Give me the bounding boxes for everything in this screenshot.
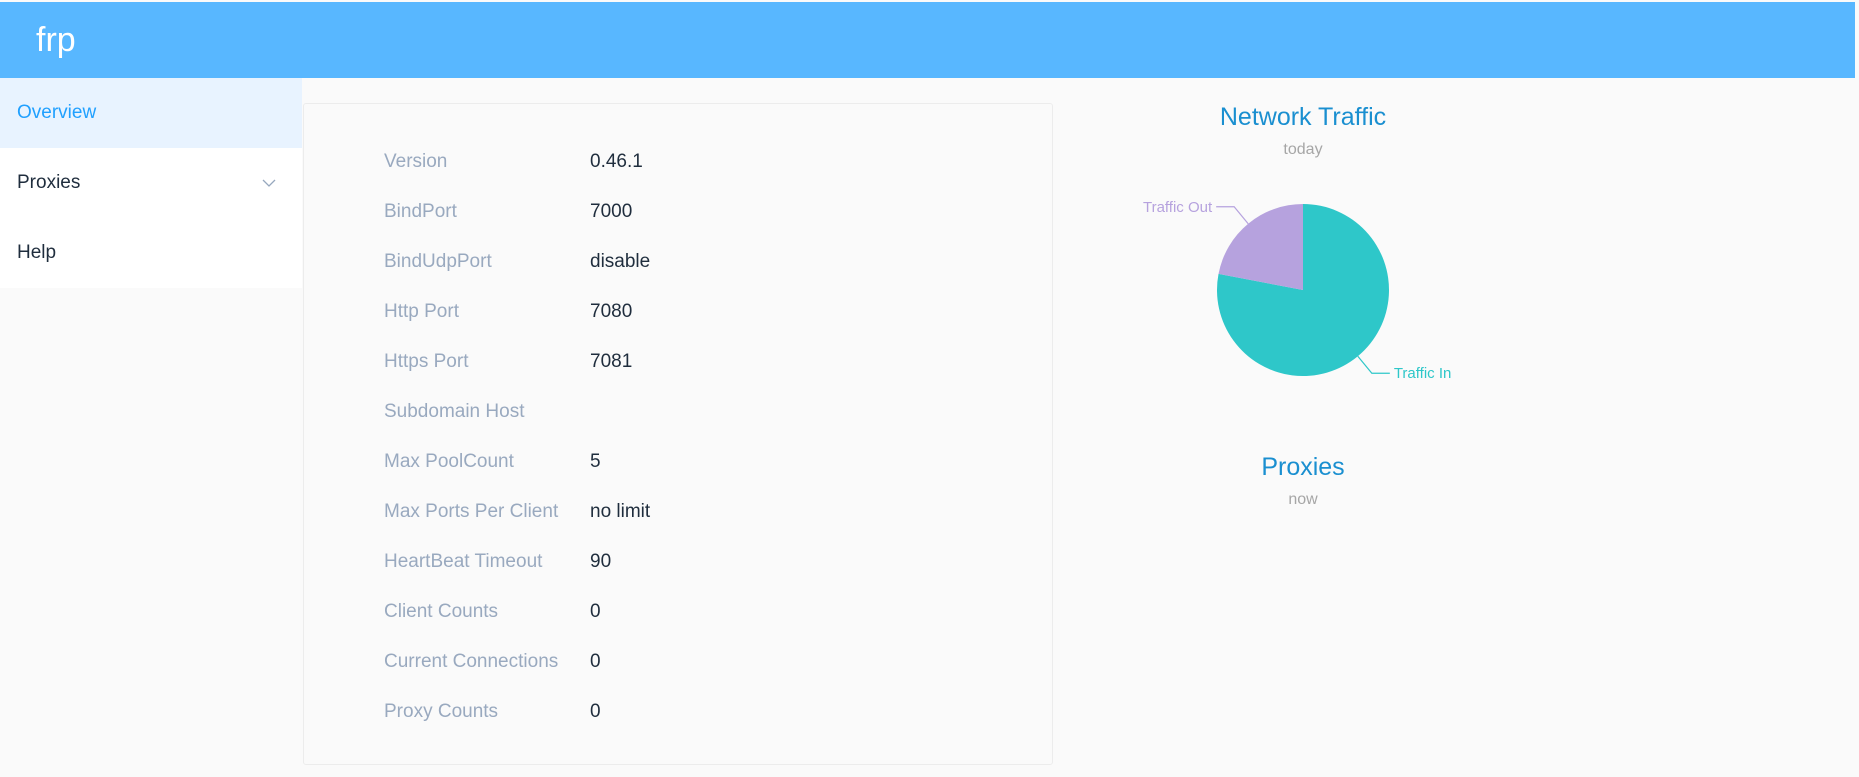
info-label: HeartBeat Timeout — [384, 551, 543, 572]
chevron-down-icon — [262, 148, 276, 218]
info-label: Http Port — [384, 301, 459, 322]
sidebar-item-label: Proxies — [17, 172, 81, 193]
sidebar-menu: Overview Proxies Help — [0, 78, 302, 288]
app-root: frp Overview Proxies Help Version 0.46.1… — [0, 0, 1859, 777]
pie-label-line — [1357, 355, 1390, 374]
info-row-subdomain-host: Subdomain Host — [384, 397, 1004, 427]
info-row-heartbeat-timeout: HeartBeat Timeout 90 — [384, 547, 1004, 577]
info-label: Proxy Counts — [384, 701, 499, 722]
info-row-https-port: Https Port 7081 — [384, 347, 1004, 377]
info-label: Max PoolCount — [384, 451, 514, 472]
info-label: Subdomain Host — [384, 401, 525, 422]
info-label: Client Counts — [384, 601, 499, 622]
brand-logo-text[interactable]: frp — [36, 20, 76, 60]
info-value: 7000 — [590, 201, 633, 222]
pie-label-line — [1216, 206, 1249, 225]
info-row-current-connections: Current Connections 0 — [384, 647, 1004, 677]
top-header: frp — [0, 2, 1855, 78]
traffic-pie-chart: Traffic In Traffic Out — [1143, 199, 1452, 382]
info-label: BindPort — [384, 201, 457, 222]
info-row-proxy-counts: Proxy Counts 0 — [384, 697, 1004, 727]
info-label: Version — [384, 151, 448, 172]
traffic-chart-subtitle: today — [1283, 141, 1323, 158]
info-row-version: Version 0.46.1 — [384, 147, 1004, 177]
info-label: Current Connections — [384, 651, 559, 672]
info-value: 0.46.1 — [590, 151, 643, 172]
info-row-max-poolcount: Max PoolCount 5 — [384, 447, 1004, 477]
info-value: 7080 — [590, 301, 633, 322]
server-info-panel: Version 0.46.1 BindPort 7000 BindUdpPort… — [303, 103, 1053, 765]
sidebar-item-label: Help — [17, 242, 57, 263]
info-row-http-port: Http Port 7080 — [384, 297, 1004, 327]
info-value: 5 — [590, 451, 601, 472]
info-row-bindport: BindPort 7000 — [384, 197, 1004, 227]
sidebar-item-proxies[interactable]: Proxies — [0, 148, 302, 218]
info-value: 90 — [590, 551, 612, 572]
info-value: 0 — [590, 701, 601, 722]
pie-label: Traffic In — [1394, 365, 1452, 382]
info-value: disable — [590, 251, 651, 272]
sidebar-item-overview[interactable]: Overview — [0, 78, 302, 148]
proxies-chart-title: Proxies — [1261, 453, 1345, 481]
info-value: 0 — [590, 651, 601, 672]
pie-label: Traffic Out — [1143, 199, 1213, 216]
sidebar-item-help[interactable]: Help — [0, 218, 302, 288]
info-label: Https Port — [384, 351, 469, 372]
info-value: 7081 — [590, 351, 633, 372]
proxies-chart-subtitle: now — [1288, 491, 1318, 508]
info-value: no limit — [590, 501, 651, 522]
info-value: 0 — [590, 601, 601, 622]
traffic-chart-title: Network Traffic — [1219, 103, 1387, 131]
info-label: Max Ports Per Client — [384, 501, 559, 522]
info-row-bindudpport: BindUdpPort disable — [384, 247, 1004, 277]
info-row-max-ports-per-client: Max Ports Per Client no limit — [384, 497, 1004, 527]
info-row-client-counts: Client Counts 0 — [384, 597, 1004, 627]
sidebar-item-label: Overview — [17, 102, 97, 123]
info-label: BindUdpPort — [384, 251, 492, 272]
